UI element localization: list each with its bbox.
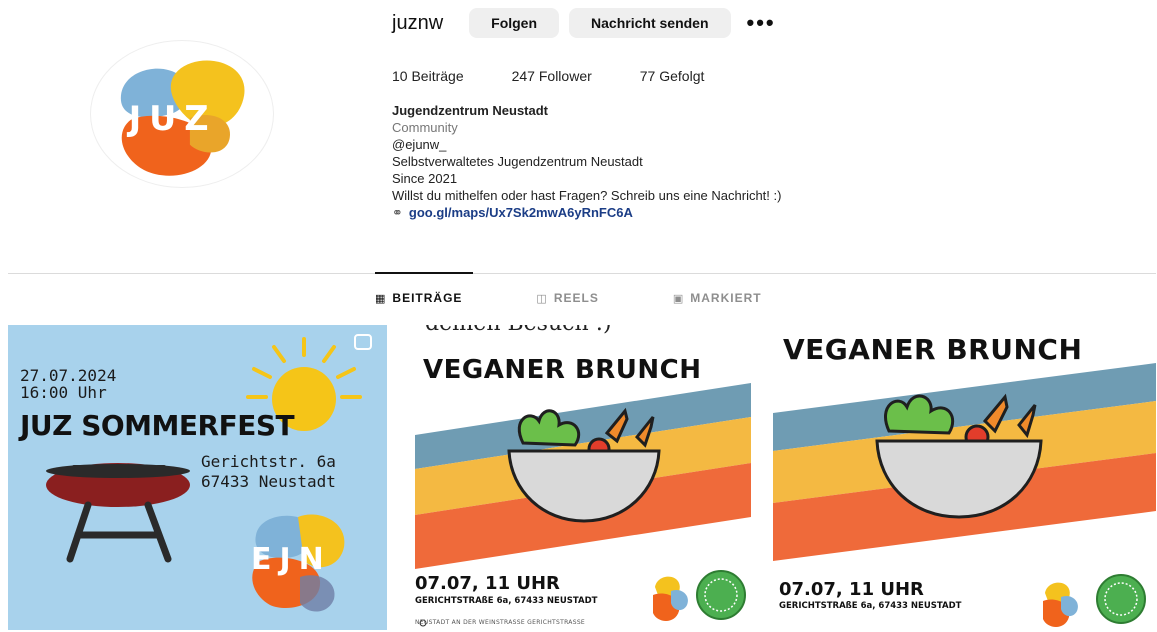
post-thumbnail[interactable]: deinen Besuch :) VEGANER BRUNCH 07.07, 1… bbox=[389, 325, 768, 630]
following-count[interactable]: 77 Gefolgt bbox=[640, 68, 705, 84]
juz-logo: JUZ bbox=[120, 60, 245, 176]
post-address: Gerichtstr. 6a 67433 Neustadt bbox=[201, 452, 336, 492]
link-icon: ⚭ bbox=[392, 205, 403, 220]
address-street: Gerichtstr. 6a bbox=[201, 452, 336, 471]
profile-avatar[interactable]: JUZ bbox=[90, 40, 274, 188]
tab-reels[interactable]: ◫ REELS bbox=[536, 291, 598, 305]
post-bottom-text: NEUSTADT AN DER WEINSTRASSE GERICHTSTRAS… bbox=[415, 619, 586, 626]
active-tab-indicator bbox=[375, 272, 473, 274]
post-title: VEGANER BRUNCH bbox=[783, 333, 1083, 366]
send-message-button[interactable]: Nachricht senden bbox=[569, 8, 731, 38]
tab-label: REELS bbox=[553, 291, 599, 305]
post-top-text: deinen Besuch :) bbox=[425, 325, 612, 336]
profile-category: Community bbox=[392, 120, 458, 135]
tab-posts[interactable]: ▦ BEITRÄGE bbox=[375, 291, 462, 305]
profile-full-name: Jugendzentrum Neustadt bbox=[392, 103, 549, 118]
profile-bio: Jugendzentrum Neustadt Community @ejunw_… bbox=[392, 102, 1032, 221]
tab-tagged[interactable]: ▣ MARKIERT bbox=[673, 291, 762, 305]
post-time: 07.07, 11 UHR bbox=[415, 573, 560, 594]
tab-label: BEITRÄGE bbox=[392, 291, 463, 305]
tabs-divider bbox=[8, 273, 1156, 274]
tab-label: MARKIERT bbox=[690, 291, 762, 305]
bio-line: Since 2021 bbox=[392, 171, 458, 186]
post-time: 07.07, 11 UHR bbox=[779, 579, 924, 600]
bio-link[interactable]: ⚭ goo.gl/maps/Ux7Sk2mwA6yRnFC6A bbox=[392, 204, 1032, 221]
more-options-icon[interactable]: ••• bbox=[747, 12, 776, 34]
profile-stats: 10 Beiträge 247 Follower 77 Gefolgt bbox=[392, 68, 1032, 84]
post-address: GERICHTSTRAßE 6a, 67433 NEUSTADT bbox=[415, 596, 598, 606]
followers-count[interactable]: 247 Follower bbox=[512, 68, 592, 84]
follow-button[interactable]: Folgen bbox=[469, 8, 560, 38]
ejn-logo: EJN bbox=[251, 542, 332, 577]
profile-tabs: ▦ BEITRÄGE ◫ REELS ▣ MARKIERT bbox=[375, 291, 836, 305]
event-date: 27.07.2024 bbox=[20, 366, 117, 385]
grid-icon: ▦ bbox=[375, 292, 387, 305]
reels-icon: ◫ bbox=[536, 292, 548, 305]
profile-header: juznw Folgen Nachricht senden ••• 10 Bei… bbox=[392, 8, 1032, 221]
post-address: GERICHTSTRAßE 6a, 67433 NEUSTADT bbox=[779, 601, 962, 611]
posts-count: 10 Beiträge bbox=[392, 68, 464, 84]
tagged-icon: ▣ bbox=[672, 292, 685, 305]
profile-handle[interactable]: @ejunw_ bbox=[392, 136, 1032, 153]
post-thumbnail[interactable]: VEGANER BRUNCH 07.07, 11 UHR GERICHTSTRA… bbox=[773, 325, 1156, 630]
username: juznw bbox=[392, 11, 444, 34]
bio-line: Selbstverwaltetes Jugendzentrum Neustadt bbox=[392, 154, 643, 169]
post-title: JUZ SOMMERFEST bbox=[20, 409, 295, 442]
event-time: 16:00 Uhr bbox=[20, 383, 107, 402]
avatar-text: JUZ bbox=[127, 99, 217, 138]
address-city: 67433 Neustadt bbox=[201, 472, 336, 491]
post-date: 27.07.2024 16:00 Uhr bbox=[20, 367, 116, 401]
bio-line: Willst du mithelfen oder hast Fragen? Sc… bbox=[392, 188, 782, 203]
bio-link-text: goo.gl/maps/Ux7Sk2mwA6yRnFC6A bbox=[408, 205, 633, 220]
post-title: VEGANER BRUNCH bbox=[423, 355, 702, 385]
post-thumbnail[interactable]: 27.07.2024 16:00 Uhr JUZ SOMMERFEST Geri… bbox=[8, 325, 387, 630]
